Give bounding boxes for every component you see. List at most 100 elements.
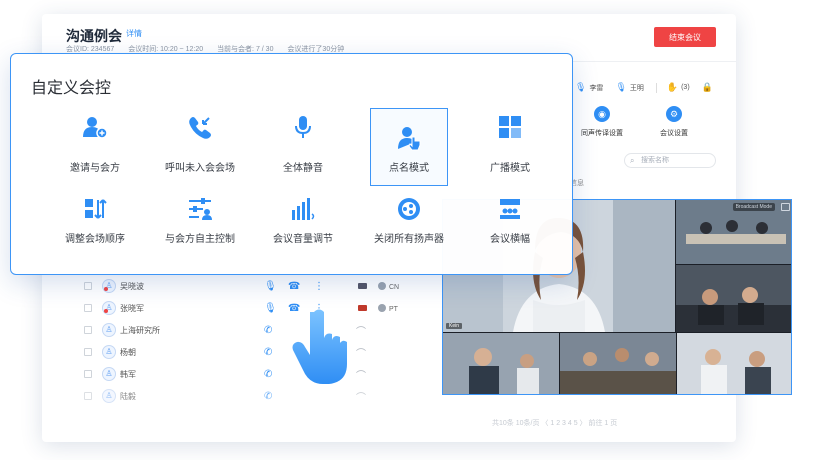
tile-label: 会议横幅 <box>490 234 530 245</box>
hangup-icon[interactable]: ☎ <box>288 281 300 292</box>
participant-row[interactable]: ♙ 张晓军 🎙 ☎ ⋮ PT <box>84 297 424 319</box>
language-tag-text: CN <box>389 283 400 291</box>
meeting-banner-button[interactable]: 会议横幅 <box>471 196 549 268</box>
raised-hands[interactable]: ✋ (3) <box>667 82 690 93</box>
row-checkbox[interactable] <box>84 348 92 356</box>
meeting-time: 会议时间: 10:20 ~ 12:20 <box>128 46 204 53</box>
tile-label: 会议音量调节 <box>273 234 333 245</box>
hangup-gray-icon[interactable]: ⌒ <box>356 389 366 404</box>
volume-bars-icon <box>292 198 315 220</box>
language-tag: CN <box>378 281 400 291</box>
row-checkbox[interactable] <box>84 370 92 378</box>
meeting-title: 沟通例会 <box>66 28 122 44</box>
call-icon[interactable]: ✆ <box>264 325 272 336</box>
microphone-icon[interactable]: 🎙 <box>264 281 277 292</box>
video-tile[interactable] <box>560 333 676 394</box>
call-absent-venues-button[interactable]: 呼叫未入会会场 <box>161 114 239 186</box>
banner-icon <box>500 199 520 219</box>
meeting-settings[interactable]: ⚙ 会议设置 <box>644 106 704 138</box>
lock-icon: 🔒 <box>701 82 713 92</box>
video-tile[interactable] <box>676 265 791 332</box>
microphone-icon <box>295 116 311 138</box>
row-checkbox[interactable] <box>84 304 92 312</box>
participant-row[interactable]: ♙ 陆毅 ✆ ⌒ <box>84 385 424 407</box>
volume-adjust-button[interactable]: 会议音量调节 <box>264 196 342 268</box>
invite-user-icon <box>83 117 108 139</box>
video-thumb <box>443 333 559 394</box>
participant-row[interactable]: ♙ 杨朝 ✆ ⌒ <box>84 341 424 363</box>
video-tile[interactable] <box>443 333 559 394</box>
row-checkbox[interactable] <box>84 326 92 334</box>
gear-icon: ⚙ <box>666 106 682 122</box>
avatar: ♙ <box>102 301 116 315</box>
reorder-venues-button[interactable]: 调整会场顺序 <box>56 196 134 268</box>
camera-off-icon[interactable] <box>358 305 367 311</box>
call-icon[interactable]: ✆ <box>264 391 272 402</box>
participant-name: 上海研究所 <box>120 325 160 335</box>
hangup-gray-icon[interactable]: ⌒ <box>356 367 366 382</box>
close-all-speakers-button[interactable]: 关闭所有扬声器 <box>370 196 448 268</box>
broadcast-badge: Broadcast Mode <box>732 203 775 211</box>
participant-name: 杨朝 <box>120 347 136 357</box>
avatar: ♙ <box>102 279 116 293</box>
panel-title: 自定义会控 <box>31 80 112 97</box>
roll-call-mode-button[interactable]: 点名模式 <box>370 108 448 186</box>
avatar: ♙ <box>102 389 116 403</box>
self-control-button[interactable]: 与会方自主控制 <box>161 196 239 268</box>
speaker-off-icon <box>398 198 420 220</box>
search-input[interactable]: ⌕ 搜索名称 <box>624 153 716 168</box>
participant-row[interactable]: ♙ 吴晓波 🎙 ☎ ⋮ CN <box>84 275 424 297</box>
video-tile[interactable]: Broadcast Mode <box>676 200 791 264</box>
meeting-settings-label: 会议设置 <box>660 130 688 137</box>
hand-count: (3) <box>681 84 690 91</box>
sync-interpret-settings[interactable]: ◉ 同声传译设置 <box>572 106 632 138</box>
lock-button[interactable]: 🔒 <box>702 82 716 93</box>
invite-participants-button[interactable]: 邀请与会方 <box>56 114 134 186</box>
mute-all-button[interactable]: 全体静音 <box>264 114 342 186</box>
toolbar-item-1[interactable]: 🎙 李雷 <box>575 82 603 93</box>
hangup-gray-icon[interactable]: ⌒ <box>356 345 366 360</box>
pointer-hand-icon <box>292 309 347 384</box>
broadcast-mode-button[interactable]: 广播模式 <box>471 114 549 186</box>
interpret-icon: ◉ <box>594 106 610 122</box>
expand-icon[interactable] <box>781 203 790 211</box>
status-dot <box>104 309 108 313</box>
search-placeholder: 搜索名称 <box>641 157 669 164</box>
tile-label: 邀请与会方 <box>70 163 120 174</box>
participant-row[interactable]: ♙ 上海研究所 ✆ ⌒ <box>84 319 424 341</box>
participant-name: 陆毅 <box>120 391 136 401</box>
avatar: ♙ <box>102 367 116 381</box>
speaker-label: Kein <box>446 323 463 329</box>
toolbar-item-1-label: 李雷 <box>589 84 604 92</box>
stage: 沟通例会 详情 会议ID: 234567 会议时间: 10:20 ~ 12:20… <box>0 0 814 460</box>
toolbar-item-2-label: 王明 <box>629 84 644 92</box>
microphone-icon: 🎙 <box>615 82 627 92</box>
roll-call-icon <box>398 127 421 151</box>
video-thumb <box>560 333 676 394</box>
tile-label: 全体静音 <box>283 163 323 174</box>
meeting-elapsed: 会议进行了30分钟 <box>287 46 345 53</box>
microphone-icon[interactable]: 🎙 <box>264 303 277 314</box>
call-incoming-icon <box>189 117 211 139</box>
participant-name: 吴晓波 <box>120 281 144 291</box>
video-tile[interactable] <box>677 333 791 394</box>
row-checkbox[interactable] <box>84 392 92 400</box>
tile-label: 呼叫未入会会场 <box>165 163 235 174</box>
reorder-icon <box>85 199 107 219</box>
microphone-icon: 🎙 <box>575 82 587 92</box>
divider <box>655 82 657 93</box>
language-tag-text: PT <box>389 305 398 313</box>
pagination[interactable]: 共10条 10条/页 〈 1 2 3 4 5 〉 前往 1 页 <box>492 418 617 428</box>
meeting-detail-link[interactable]: 详情 <box>126 28 142 39</box>
hangup-gray-icon[interactable]: ⌒ <box>356 323 366 338</box>
call-icon[interactable]: ✆ <box>264 347 272 358</box>
end-meeting-button[interactable]: 结束会议 <box>654 27 716 47</box>
camera-icon[interactable] <box>358 283 367 289</box>
more-icon[interactable]: ⋮ <box>314 281 324 292</box>
participant-row[interactable]: ♙ 韩军 ✆ ⌒ <box>84 363 424 385</box>
toolbar-item-2[interactable]: 🎙 王明 <box>615 82 643 93</box>
tile-label: 与会方自主控制 <box>165 234 235 245</box>
participant-name: 韩军 <box>120 369 136 379</box>
row-checkbox[interactable] <box>84 282 92 290</box>
call-icon[interactable]: ✆ <box>264 369 272 380</box>
